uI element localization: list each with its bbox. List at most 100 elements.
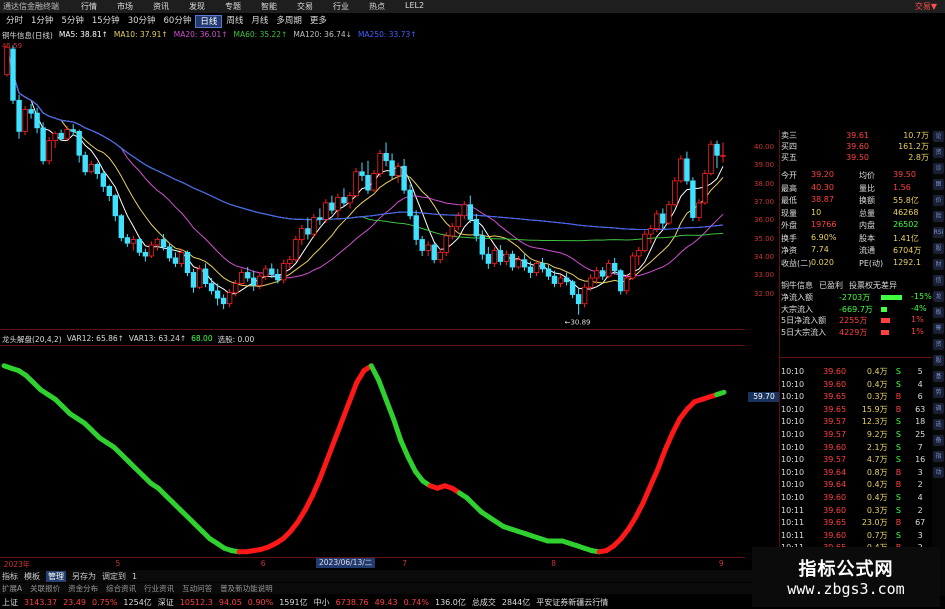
menu-item[interactable]: LEL2 (405, 1, 424, 12)
candle-body[interactable] (654, 213, 660, 229)
candle-body[interactable] (46, 140, 52, 162)
candle-body[interactable] (600, 270, 606, 277)
candle-body[interactable] (34, 112, 40, 129)
candle-body[interactable] (184, 251, 191, 273)
candle-body[interactable] (684, 158, 690, 182)
candle-body[interactable] (262, 268, 269, 277)
period-button[interactable]: 分时 (2, 15, 27, 28)
candle-body[interactable] (226, 292, 233, 305)
candle-body[interactable] (82, 154, 88, 173)
candle-body[interactable] (64, 129, 70, 140)
candle-body[interactable] (413, 215, 419, 240)
candle-body[interactable] (172, 257, 179, 264)
candle-body[interactable] (377, 153, 383, 175)
side-tool-icon[interactable]: 险 (933, 211, 944, 222)
menu-item[interactable]: 专题 (225, 1, 241, 12)
side-tool-icon[interactable]: 筹 (933, 323, 944, 334)
candle-body[interactable] (648, 228, 654, 235)
candle-body[interactable] (497, 250, 504, 262)
info-tab[interactable]: 资金分布 (68, 583, 98, 594)
candle-body[interactable] (521, 259, 528, 268)
candle-body[interactable] (256, 275, 263, 286)
candle-body[interactable] (52, 132, 58, 142)
trade-tick-row[interactable]: 10:11 39.60 0.3万 S 2 (781, 505, 931, 518)
candle-body[interactable] (509, 253, 516, 268)
candle-body[interactable] (443, 235, 449, 253)
candle-body[interactable] (389, 160, 395, 176)
candle-body[interactable] (419, 239, 425, 251)
side-tool-icon[interactable]: 论 (933, 131, 944, 142)
period-button[interactable]: 月线 (247, 15, 272, 28)
candle-body[interactable] (672, 180, 678, 206)
candle-body[interactable] (100, 173, 106, 187)
candle-body[interactable] (527, 266, 534, 273)
candle-body[interactable] (250, 277, 257, 286)
candle-body[interactable] (557, 277, 564, 284)
indicator-tab[interactable]: 调定到 (102, 571, 126, 582)
side-tool-icon[interactable]: 选 (933, 419, 944, 430)
candle-body[interactable] (142, 251, 149, 257)
candle-body[interactable] (305, 228, 311, 235)
menu-item[interactable]: 行情 (81, 1, 97, 12)
candle-body[interactable] (28, 109, 34, 114)
candle-body[interactable] (720, 154, 726, 157)
candle-body[interactable] (371, 173, 377, 191)
candle-body[interactable] (563, 277, 570, 283)
trade-tick-row[interactable]: 10:10 39.60 2.1万 S 7 (781, 442, 931, 455)
info-tab[interactable]: 普及新功能说明 (220, 583, 273, 594)
candle-body[interactable] (678, 158, 684, 182)
info-tab[interactable]: 互动问答 (182, 583, 212, 594)
period-button[interactable]: 多周期 (272, 15, 306, 28)
candle-body[interactable] (383, 153, 389, 162)
trade-ticks[interactable]: 10:10 39.60 0.4万 S 5 10:10 39.60 0.4万 S 4 10:10 39.… (781, 366, 931, 568)
candle-body[interactable] (76, 131, 82, 156)
indicator-tab[interactable]: 1 (132, 572, 137, 581)
candle-body[interactable] (425, 244, 431, 251)
candle-body[interactable] (118, 215, 124, 239)
candle-body[interactable] (575, 294, 582, 305)
trade-tick-row[interactable]: 10:10 39.57 12.3万 S 18 (781, 416, 931, 429)
candle-body[interactable] (190, 272, 197, 288)
side-tool-icon[interactable]: 板 (933, 307, 944, 318)
trade-tick-row[interactable]: 10:10 39.57 9.2万 S 25 (781, 429, 931, 442)
candle-body[interactable] (708, 143, 714, 175)
candle-body[interactable] (106, 185, 112, 196)
candle-body[interactable] (473, 218, 479, 237)
trade-tick-row[interactable]: 10:10 39.60 0.4万 S 4 (781, 379, 931, 392)
candle-body[interactable] (612, 262, 618, 272)
candle-body[interactable] (16, 99, 22, 132)
trade-tick-row[interactable]: 10:10 39.64 0.8万 B 3 (781, 467, 931, 480)
candle-body[interactable] (594, 270, 600, 279)
candle-body[interactable] (124, 237, 131, 244)
candle-body[interactable] (714, 143, 720, 156)
info-tab[interactable]: 综合资讯 (106, 583, 136, 594)
side-tool-icon[interactable]: 股 (933, 243, 944, 254)
trade-tick-row[interactable]: 10:10 39.65 15.9万 B 63 (781, 404, 931, 417)
trade-tick-row[interactable]: 10:10 39.64 0.4万 B 2 (781, 479, 931, 492)
candle-body[interactable] (624, 277, 630, 292)
candle-body[interactable] (317, 217, 323, 220)
candle-body[interactable] (269, 268, 275, 275)
candle-body[interactable] (515, 259, 522, 268)
candle-body[interactable] (22, 109, 28, 132)
candle-body[interactable] (293, 239, 299, 261)
period-button[interactable]: 15分钟 (88, 15, 124, 28)
candle-body[interactable] (431, 244, 437, 261)
candle-body[interactable] (341, 196, 347, 204)
candle-body[interactable] (154, 239, 161, 246)
candle-body[interactable] (347, 195, 353, 204)
candle-body[interactable] (437, 251, 443, 261)
candle-body[interactable] (539, 262, 546, 270)
side-tool-icon[interactable]: 调 (933, 403, 944, 414)
candle-body[interactable] (40, 127, 46, 162)
candle-body[interactable] (545, 268, 552, 277)
info-tab[interactable]: 行业资讯 (144, 583, 174, 594)
candle-body[interactable] (365, 174, 371, 191)
candle-body[interactable] (630, 255, 636, 279)
indicator-tab[interactable]: 另存为 (72, 571, 96, 582)
candle-body[interactable] (238, 272, 245, 284)
candle-body[interactable] (636, 250, 642, 257)
candle-body[interactable] (166, 246, 173, 259)
candle-body[interactable] (335, 196, 341, 211)
candle-body[interactable] (581, 286, 588, 305)
